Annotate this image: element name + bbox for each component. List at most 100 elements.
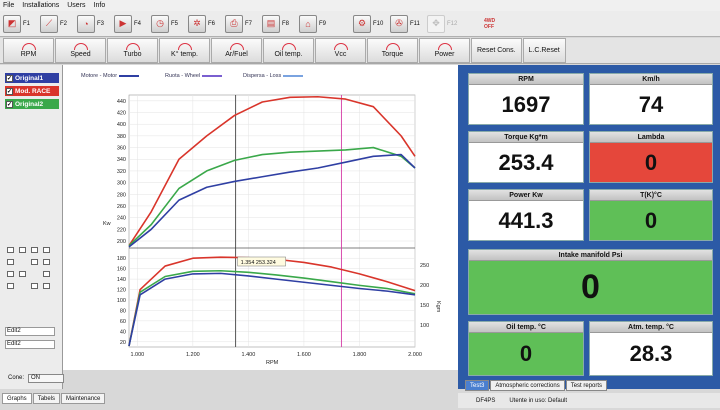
y-tick-upper: 220 [117,227,126,233]
nav-button[interactable] [7,283,14,289]
f5-button[interactable]: ◷ F5 [151,13,186,35]
tab-air-fuel[interactable]: Ar/Fuel [211,38,262,63]
menu-users[interactable]: Users [67,2,85,9]
y-tick-upper: 360 [117,146,126,152]
y-tick-upper: 240 [117,216,126,222]
tab-k-temp[interactable]: K° temp. [159,38,210,63]
bottom-tabs: Graphs Tabels Maintenance [2,393,106,404]
x-axis-label: RPM [266,360,279,366]
drive-mode-off: OFF [484,23,494,30]
y-tick-upper: 260 [117,204,126,210]
edit-slot-2[interactable]: Edit2 [5,340,55,349]
nav-button[interactable] [43,247,50,253]
export-icon: ▤ [262,14,280,33]
play-icon: ▶ [114,14,132,33]
f8-button[interactable]: ▤ F8 [262,13,297,35]
f2-button[interactable]: ⟋ F2 [40,13,75,35]
y-tick-lower: 20 [120,340,126,346]
tab-test-reports[interactable]: Test reports [565,380,608,391]
f1-button[interactable]: ◩ F1 [3,13,38,35]
x-tick: 1.600 [297,352,311,358]
tab-tabels[interactable]: Tabels [32,393,61,404]
nav-button[interactable] [43,271,50,277]
status-user: Utente in uso: Default [509,397,568,404]
tab-atmospheric-corrections[interactable]: Atmospheric corrections [490,380,565,391]
gauge-icon [281,43,296,50]
menu-info[interactable]: Info [94,2,106,9]
menu-installations[interactable]: Installations [22,2,59,9]
nav-button[interactable] [7,247,14,253]
nav-button[interactable] [43,283,50,289]
tab-torque[interactable]: Torque [367,38,418,63]
chart-plot[interactable]: 200 220 240 260 280 300 320 340 360 380 400 420 440 2… [63,65,458,370]
nav-button[interactable] [31,259,38,265]
y-tick-right: 250 [420,263,429,269]
y-tick-right: 150 [420,303,429,309]
tab-speed[interactable]: Speed [55,38,106,63]
nav-button[interactable] [43,259,50,265]
readout-atm-temp: Atm. temp. °C 28.3 [589,321,713,376]
gauge-icon [73,43,88,50]
y-tick-upper: 380 [117,134,126,140]
y-tick-upper: 200 [117,239,126,245]
tab-test3[interactable]: Test3 [465,380,490,391]
menu-file[interactable]: File [3,2,14,9]
legend-original1[interactable]: ✓ Original1 [5,73,59,83]
nav-button[interactable] [19,271,26,277]
cursor-readout: 1.354 253.324 [241,260,276,266]
gauge-icon [177,43,192,50]
check-icon[interactable]: ✓ [6,100,13,108]
lc-reset-button[interactable]: L.C.Reset [522,38,566,63]
y-tick-upper: 420 [117,111,126,117]
gauge-icon: ◔ [77,14,95,33]
cone-bar: Cone: ON [8,371,448,385]
x-tick: 2.000 [408,352,422,358]
readout-tk: T(K)°C 0 [589,189,713,241]
nav-button[interactable] [7,271,14,277]
settings-icon: ⚙ [353,14,371,33]
gauge-icon [21,43,36,50]
f4-button[interactable]: ▶ F4 [114,13,149,35]
dyno-chart: Motore - Motor Ruota - Wheel Dispersa - … [63,65,458,370]
y-tick-upper: 320 [117,169,126,175]
reset-cons-button[interactable]: Reset Cons. [471,38,522,63]
nav-button[interactable] [31,283,38,289]
tab-maintenance[interactable]: Maintenance [61,393,106,404]
readout-intake-manifold: Intake manifold Psi 0 [468,249,713,315]
tab-power[interactable]: Power [419,38,470,63]
timer-icon: ◷ [151,14,169,33]
tab-rpm[interactable]: RPM [3,38,54,63]
f6-button[interactable]: ✲ F6 [188,13,223,35]
x-tick: 1.800 [353,352,367,358]
nav-button[interactable] [7,259,14,265]
drive-mode-indicator[interactable]: 4WD OFF [481,13,519,35]
edit-slot-1[interactable]: Edit2 [5,327,55,336]
legend-mod-race[interactable]: ✓ Mod. RACE [5,86,59,96]
menu-bar: File Installations Users Info [0,0,720,11]
y-axis-label-upper: Kw [103,221,111,227]
print-icon: ⎙ [225,14,243,33]
check-icon[interactable]: ✓ [6,87,13,95]
tab-turbo[interactable]: Turbo [107,38,158,63]
y-tick-lower: 140 [117,277,126,283]
status-bar: DF4PS Utente in uso: Default [458,393,720,408]
gauge-icon [437,43,452,50]
fan-icon: ✇ [390,14,408,33]
tab-vcc[interactable]: Vcc [315,38,366,63]
check-icon[interactable]: ✓ [6,74,13,82]
y-tick-lower: 60 [120,319,126,325]
f3-button[interactable]: ◔ F3 [77,13,112,35]
f9-button[interactable]: ⌂ F9 [299,13,351,35]
y-tick-right: 200 [420,283,429,289]
tab-oil-temp[interactable]: Oil temp. [263,38,314,63]
cone-select[interactable]: ON [28,373,65,383]
f12-button[interactable]: ✥ F12 [427,13,479,35]
legend-original2[interactable]: ✓ Original2 [5,99,59,109]
tab-graphs[interactable]: Graphs [2,393,32,404]
f11-button[interactable]: ✇ F11 [390,13,425,35]
nav-button[interactable] [31,247,38,253]
y-tick-lower: 100 [117,298,126,304]
nav-button[interactable] [19,247,26,253]
f10-button[interactable]: ⚙ F10 [353,13,388,35]
f7-button[interactable]: ⎙ F7 [225,13,260,35]
